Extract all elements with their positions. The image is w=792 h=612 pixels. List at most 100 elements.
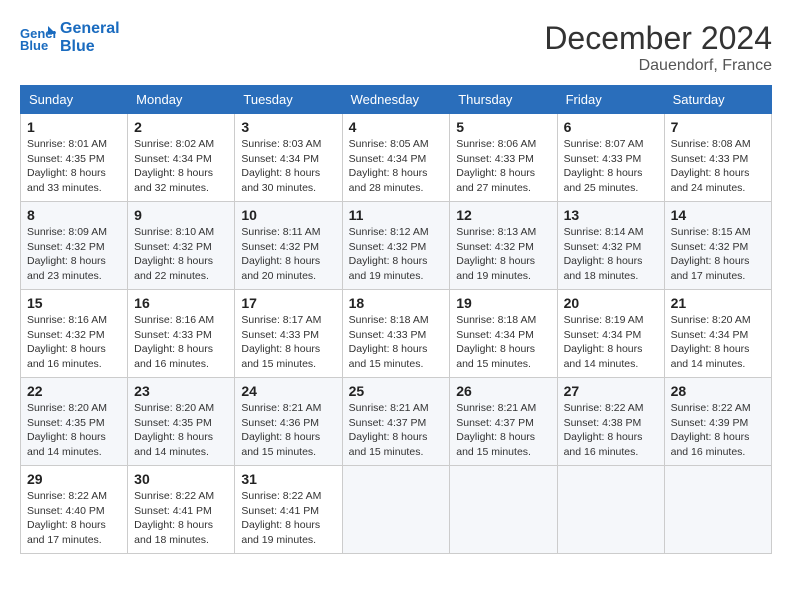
- day-info: Sunrise: 8:22 AMSunset: 4:40 PMDaylight:…: [27, 489, 121, 548]
- calendar-cell: 7 Sunrise: 8:08 AMSunset: 4:33 PMDayligh…: [664, 114, 771, 202]
- day-number: 21: [671, 295, 765, 311]
- day-number: 12: [456, 207, 550, 223]
- day-info: Sunrise: 8:22 AMSunset: 4:41 PMDaylight:…: [241, 489, 335, 548]
- svg-text:Blue: Blue: [20, 38, 48, 52]
- week-row-2: 8 Sunrise: 8:09 AMSunset: 4:32 PMDayligh…: [21, 202, 772, 290]
- day-info: Sunrise: 8:17 AMSunset: 4:33 PMDaylight:…: [241, 313, 335, 372]
- calendar-cell: 11 Sunrise: 8:12 AMSunset: 4:32 PMDaylig…: [342, 202, 450, 290]
- day-info: Sunrise: 8:16 AMSunset: 4:33 PMDaylight:…: [134, 313, 228, 372]
- calendar-cell: 20 Sunrise: 8:19 AMSunset: 4:34 PMDaylig…: [557, 290, 664, 378]
- weekday-header-sunday: Sunday: [21, 86, 128, 114]
- day-number: 4: [349, 119, 444, 135]
- day-number: 10: [241, 207, 335, 223]
- day-number: 15: [27, 295, 121, 311]
- weekday-header-tuesday: Tuesday: [235, 86, 342, 114]
- calendar-cell: 19 Sunrise: 8:18 AMSunset: 4:34 PMDaylig…: [450, 290, 557, 378]
- logo-icon: General Blue: [20, 24, 56, 52]
- day-number: 6: [564, 119, 658, 135]
- day-number: 25: [349, 383, 444, 399]
- calendar-cell: [664, 466, 771, 554]
- calendar-cell: 8 Sunrise: 8:09 AMSunset: 4:32 PMDayligh…: [21, 202, 128, 290]
- day-number: 1: [27, 119, 121, 135]
- week-row-1: 1 Sunrise: 8:01 AMSunset: 4:35 PMDayligh…: [21, 114, 772, 202]
- weekday-header-saturday: Saturday: [664, 86, 771, 114]
- logo-text-general: General: [60, 20, 120, 38]
- day-number: 26: [456, 383, 550, 399]
- location: Dauendorf, France: [544, 57, 772, 75]
- week-row-3: 15 Sunrise: 8:16 AMSunset: 4:32 PMDaylig…: [21, 290, 772, 378]
- day-number: 30: [134, 471, 228, 487]
- day-info: Sunrise: 8:15 AMSunset: 4:32 PMDaylight:…: [671, 225, 765, 284]
- calendar-cell: 21 Sunrise: 8:20 AMSunset: 4:34 PMDaylig…: [664, 290, 771, 378]
- day-number: 9: [134, 207, 228, 223]
- calendar-cell: 26 Sunrise: 8:21 AMSunset: 4:37 PMDaylig…: [450, 378, 557, 466]
- calendar-cell: 4 Sunrise: 8:05 AMSunset: 4:34 PMDayligh…: [342, 114, 450, 202]
- day-number: 7: [671, 119, 765, 135]
- calendar-cell: 5 Sunrise: 8:06 AMSunset: 4:33 PMDayligh…: [450, 114, 557, 202]
- day-info: Sunrise: 8:06 AMSunset: 4:33 PMDaylight:…: [456, 137, 550, 196]
- day-number: 20: [564, 295, 658, 311]
- day-info: Sunrise: 8:19 AMSunset: 4:34 PMDaylight:…: [564, 313, 658, 372]
- day-number: 16: [134, 295, 228, 311]
- logo: General Blue General Blue: [20, 20, 120, 55]
- calendar-cell: 31 Sunrise: 8:22 AMSunset: 4:41 PMDaylig…: [235, 466, 342, 554]
- month-title: December 2024: [544, 20, 772, 57]
- day-info: Sunrise: 8:20 AMSunset: 4:35 PMDaylight:…: [134, 401, 228, 460]
- calendar-cell: 15 Sunrise: 8:16 AMSunset: 4:32 PMDaylig…: [21, 290, 128, 378]
- day-number: 22: [27, 383, 121, 399]
- calendar-cell: 24 Sunrise: 8:21 AMSunset: 4:36 PMDaylig…: [235, 378, 342, 466]
- logo-text-blue: Blue: [60, 38, 120, 56]
- day-info: Sunrise: 8:14 AMSunset: 4:32 PMDaylight:…: [564, 225, 658, 284]
- calendar-cell: 29 Sunrise: 8:22 AMSunset: 4:40 PMDaylig…: [21, 466, 128, 554]
- day-info: Sunrise: 8:10 AMSunset: 4:32 PMDaylight:…: [134, 225, 228, 284]
- day-info: Sunrise: 8:22 AMSunset: 4:41 PMDaylight:…: [134, 489, 228, 548]
- weekday-header-monday: Monday: [128, 86, 235, 114]
- day-info: Sunrise: 8:05 AMSunset: 4:34 PMDaylight:…: [349, 137, 444, 196]
- calendar-cell: [342, 466, 450, 554]
- day-info: Sunrise: 8:22 AMSunset: 4:39 PMDaylight:…: [671, 401, 765, 460]
- calendar-cell: [450, 466, 557, 554]
- day-number: 19: [456, 295, 550, 311]
- day-info: Sunrise: 8:21 AMSunset: 4:36 PMDaylight:…: [241, 401, 335, 460]
- calendar-cell: 10 Sunrise: 8:11 AMSunset: 4:32 PMDaylig…: [235, 202, 342, 290]
- day-info: Sunrise: 8:08 AMSunset: 4:33 PMDaylight:…: [671, 137, 765, 196]
- calendar-cell: [557, 466, 664, 554]
- week-row-4: 22 Sunrise: 8:20 AMSunset: 4:35 PMDaylig…: [21, 378, 772, 466]
- day-info: Sunrise: 8:16 AMSunset: 4:32 PMDaylight:…: [27, 313, 121, 372]
- day-number: 31: [241, 471, 335, 487]
- day-number: 18: [349, 295, 444, 311]
- day-info: Sunrise: 8:20 AMSunset: 4:34 PMDaylight:…: [671, 313, 765, 372]
- calendar-cell: 14 Sunrise: 8:15 AMSunset: 4:32 PMDaylig…: [664, 202, 771, 290]
- calendar-cell: 27 Sunrise: 8:22 AMSunset: 4:38 PMDaylig…: [557, 378, 664, 466]
- calendar-cell: 23 Sunrise: 8:20 AMSunset: 4:35 PMDaylig…: [128, 378, 235, 466]
- day-info: Sunrise: 8:11 AMSunset: 4:32 PMDaylight:…: [241, 225, 335, 284]
- weekday-header-wednesday: Wednesday: [342, 86, 450, 114]
- calendar-cell: 25 Sunrise: 8:21 AMSunset: 4:37 PMDaylig…: [342, 378, 450, 466]
- calendar-cell: 1 Sunrise: 8:01 AMSunset: 4:35 PMDayligh…: [21, 114, 128, 202]
- day-number: 14: [671, 207, 765, 223]
- calendar-cell: 3 Sunrise: 8:03 AMSunset: 4:34 PMDayligh…: [235, 114, 342, 202]
- day-info: Sunrise: 8:02 AMSunset: 4:34 PMDaylight:…: [134, 137, 228, 196]
- day-info: Sunrise: 8:01 AMSunset: 4:35 PMDaylight:…: [27, 137, 121, 196]
- day-info: Sunrise: 8:21 AMSunset: 4:37 PMDaylight:…: [349, 401, 444, 460]
- day-info: Sunrise: 8:18 AMSunset: 4:34 PMDaylight:…: [456, 313, 550, 372]
- calendar-cell: 22 Sunrise: 8:20 AMSunset: 4:35 PMDaylig…: [21, 378, 128, 466]
- calendar-header-row: SundayMondayTuesdayWednesdayThursdayFrid…: [21, 86, 772, 114]
- page-header: General Blue General Blue December 2024 …: [20, 20, 772, 75]
- day-info: Sunrise: 8:07 AMSunset: 4:33 PMDaylight:…: [564, 137, 658, 196]
- day-number: 13: [564, 207, 658, 223]
- day-number: 17: [241, 295, 335, 311]
- day-number: 11: [349, 207, 444, 223]
- day-number: 29: [27, 471, 121, 487]
- calendar-cell: 13 Sunrise: 8:14 AMSunset: 4:32 PMDaylig…: [557, 202, 664, 290]
- calendar-cell: 18 Sunrise: 8:18 AMSunset: 4:33 PMDaylig…: [342, 290, 450, 378]
- day-info: Sunrise: 8:03 AMSunset: 4:34 PMDaylight:…: [241, 137, 335, 196]
- day-info: Sunrise: 8:22 AMSunset: 4:38 PMDaylight:…: [564, 401, 658, 460]
- day-number: 5: [456, 119, 550, 135]
- day-info: Sunrise: 8:18 AMSunset: 4:33 PMDaylight:…: [349, 313, 444, 372]
- calendar-cell: 17 Sunrise: 8:17 AMSunset: 4:33 PMDaylig…: [235, 290, 342, 378]
- day-number: 27: [564, 383, 658, 399]
- day-number: 28: [671, 383, 765, 399]
- weekday-header-thursday: Thursday: [450, 86, 557, 114]
- calendar-cell: 30 Sunrise: 8:22 AMSunset: 4:41 PMDaylig…: [128, 466, 235, 554]
